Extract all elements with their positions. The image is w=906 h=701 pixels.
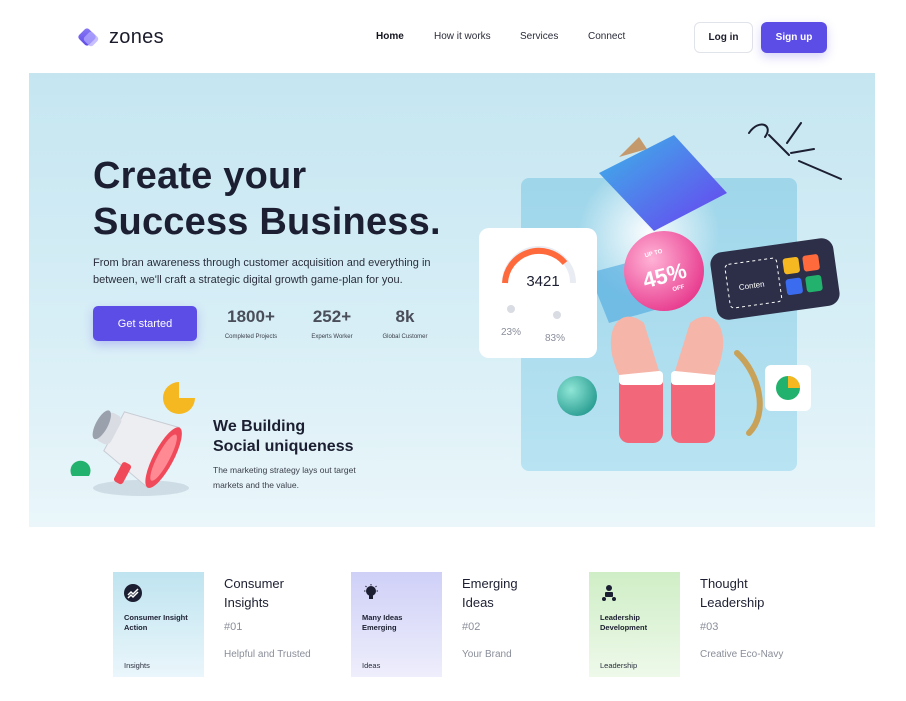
card-title-line-2: Ideas	[462, 595, 494, 610]
stat-label: Completed Projects	[224, 334, 278, 340]
card-description: Your Brand	[462, 649, 512, 660]
card-title: Consumer Insights	[224, 574, 311, 612]
stat-label: Global Customer	[382, 334, 428, 340]
color-tile	[782, 256, 800, 275]
nav-links: Home How it works Services Connect	[376, 31, 625, 42]
color-tile	[805, 274, 823, 293]
megaphone-illustration	[70, 382, 195, 496]
gauge-value: 3421	[526, 273, 559, 290]
stat-experts-worker: 252+ Experts Worker	[301, 307, 363, 340]
stat-value: 8k	[395, 307, 415, 326]
card-thought-leadership: Thought Leadership #03 Creative Eco-Navy	[700, 574, 783, 660]
login-button[interactable]: Log in	[694, 22, 753, 53]
card-description: Creative Eco-Navy	[700, 649, 784, 660]
tile-foot: Ideas	[362, 661, 381, 670]
hero-title-line-1: Create your	[93, 155, 307, 197]
pie-chart-icon	[765, 365, 811, 411]
color-tile	[785, 277, 803, 296]
stat-value: 252+	[312, 307, 352, 326]
hero-illustration: 45% UP TO OFF 3421 23% 83% Conten	[479, 122, 842, 471]
stat-label: Experts Worker	[311, 334, 353, 340]
stat-global-customer: 8k Global Customer	[377, 307, 433, 340]
tile-title: Leadership Development	[600, 613, 648, 632]
color-tile	[802, 254, 820, 272]
tile-title: Many Ideas Emerging	[362, 613, 403, 632]
card-title-line-1: Emerging	[462, 576, 518, 591]
card-number: #03	[700, 621, 719, 633]
tile-title: Consumer Insight Action	[124, 613, 188, 632]
feature-description: The marketing strategy lays out target m…	[213, 465, 356, 490]
card-title-line-1: Thought	[700, 576, 748, 591]
card-number: #01	[224, 621, 243, 633]
navbar: zones Home How it works Services Connect…	[0, 0, 906, 72]
stat-value: 1800+	[227, 307, 275, 326]
leader-icon	[602, 585, 616, 601]
gauge-pct-left: 23%	[501, 327, 521, 338]
nav-link-connect[interactable]: Connect	[588, 31, 625, 42]
trend-icon	[124, 584, 142, 602]
nav-link-services[interactable]: Services	[520, 31, 588, 42]
hero-subtitle: From bran awareness through customer acq…	[93, 257, 431, 286]
hero-title-line-2: Success Business.	[93, 201, 441, 243]
tile-foot: Leadership	[600, 661, 638, 670]
card-title-line-1: Consumer	[224, 576, 284, 591]
get-started-button[interactable]: Get started	[93, 306, 197, 341]
card-tile-leadership-development[interactable]: Leadership Development Leadership	[589, 572, 680, 677]
card-tile-many-ideas[interactable]: Many Ideas Emerging Ideas	[351, 572, 442, 677]
landing-page: zones Home How it works Services Connect…	[0, 0, 906, 701]
card-title-line-2: Leadership	[700, 595, 765, 610]
lightbulb-icon	[364, 584, 378, 599]
tile-foot: Insights	[124, 661, 150, 670]
card-number: #02	[462, 621, 481, 633]
logo-icon	[77, 26, 100, 49]
gauge-card: 3421 23% 83%	[479, 228, 597, 358]
nav-link-how-it-works[interactable]: How it works	[434, 31, 520, 42]
hero-title: Create your Success Business.	[93, 153, 441, 245]
nav-link-home[interactable]: Home	[376, 31, 434, 42]
hero-section: Create your Success Business. From bran …	[29, 73, 875, 527]
feature-title-line-2: Social uniqueness	[213, 438, 354, 455]
card-title-line-2: Insights	[224, 595, 269, 610]
logo-text: zones	[109, 26, 164, 48]
card-consumer-insights: Consumer Insights #01 Helpful and Truste…	[224, 574, 311, 660]
signup-button[interactable]: Sign up	[761, 22, 827, 53]
card-description: Helpful and Trusted	[224, 649, 311, 660]
stat-completed-projects: 1800+ Completed Projects	[219, 307, 283, 340]
gauge-pct-right: 83%	[545, 333, 565, 344]
card-emerging-ideas: Emerging Ideas #02 Your Brand	[462, 574, 518, 660]
card-title: Thought Leadership	[700, 574, 783, 612]
feature-title-line-1: We Building	[213, 418, 306, 435]
feature-title: We Building Social uniqueness	[213, 417, 353, 457]
card-title: Emerging Ideas	[462, 574, 518, 612]
card-tile-consumer-insight[interactable]: Consumer Insight Action Insights	[113, 572, 204, 677]
logo[interactable]: zones	[77, 26, 164, 49]
